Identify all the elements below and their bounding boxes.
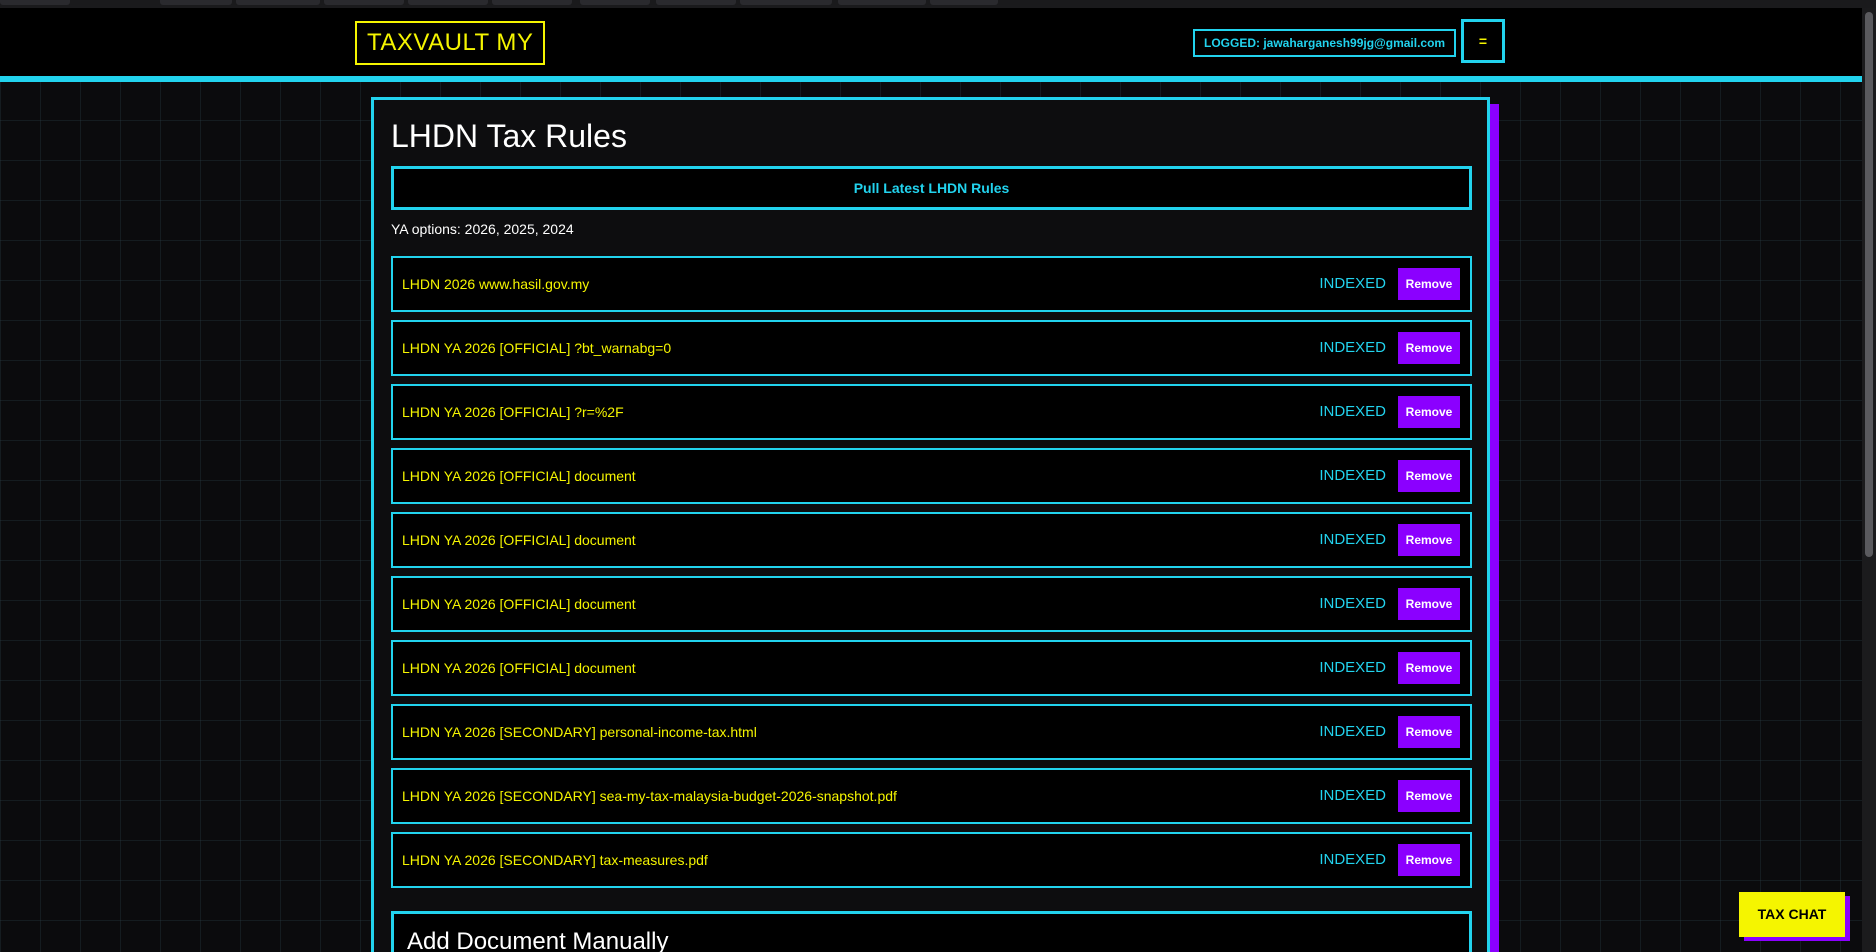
browser-tab[interactable] bbox=[324, 0, 404, 5]
rule-status-badge: INDEXED bbox=[1319, 723, 1386, 740]
add-document-title: Add Document Manually bbox=[407, 928, 669, 952]
rule-row: LHDN YA 2026 [OFFICIAL] document INDEXED R… bbox=[391, 576, 1472, 632]
rule-status-badge: INDEXED bbox=[1319, 467, 1386, 484]
rule-status-badge: INDEXED bbox=[1319, 851, 1386, 868]
rule-row: LHDN YA 2026 [OFFICIAL] document INDEXED R… bbox=[391, 512, 1472, 568]
rules-list: LHDN 2026 www.hasil.gov.my INDEXED Remove L… bbox=[391, 256, 1472, 896]
rule-status-badge: INDEXED bbox=[1319, 531, 1386, 548]
tax-rules-card: LHDN Tax Rules Pull Latest LHDN Rules YA… bbox=[371, 97, 1490, 952]
browser-tab[interactable] bbox=[740, 0, 832, 5]
browser-tab[interactable] bbox=[838, 0, 926, 5]
rule-name: LHDN YA 2026 [OFFICIAL] ?r=%2F bbox=[402, 404, 624, 420]
rule-name: LHDN YA 2026 [SECONDARY] sea-my-tax-mala… bbox=[402, 788, 897, 804]
remove-rule-button[interactable]: Remove bbox=[1398, 716, 1460, 748]
rule-row: LHDN YA 2026 [SECONDARY] tax-measures.pd… bbox=[391, 832, 1472, 888]
menu-icon: = bbox=[1478, 33, 1488, 49]
rule-name: LHDN YA 2026 [OFFICIAL] document bbox=[402, 468, 636, 484]
app-header: TAXVAULT MY LOGGED: jawaharganesh99jg@gm… bbox=[0, 8, 1862, 82]
page-title: LHDN Tax Rules bbox=[391, 118, 627, 154]
remove-rule-button[interactable]: Remove bbox=[1398, 524, 1460, 556]
scrollbar-thumb[interactable] bbox=[1865, 12, 1873, 557]
rule-status-badge: INDEXED bbox=[1319, 275, 1386, 292]
tax-chat-button[interactable]: TAX CHAT bbox=[1739, 892, 1845, 937]
rule-row: LHDN YA 2026 [OFFICIAL] document INDEXED R… bbox=[391, 448, 1472, 504]
app-logo[interactable]: TAXVAULT MY bbox=[355, 21, 546, 65]
menu-button[interactable]: = bbox=[1461, 19, 1505, 63]
remove-rule-button[interactable]: Remove bbox=[1398, 396, 1460, 428]
rule-name: LHDN YA 2026 [SECONDARY] tax-measures.pd… bbox=[402, 852, 708, 868]
browser-tab[interactable] bbox=[930, 0, 998, 5]
browser-tab[interactable] bbox=[0, 0, 70, 5]
rule-name: LHDN YA 2026 [OFFICIAL] ?bt_warnabg=0 bbox=[402, 340, 672, 356]
browser-tab[interactable] bbox=[160, 0, 232, 5]
remove-rule-button[interactable]: Remove bbox=[1398, 460, 1460, 492]
add-document-section: Add Document Manually bbox=[391, 911, 1472, 952]
remove-rule-button[interactable]: Remove bbox=[1398, 652, 1460, 684]
remove-rule-button[interactable]: Remove bbox=[1398, 332, 1460, 364]
rule-row: LHDN 2026 www.hasil.gov.my INDEXED Remove bbox=[391, 256, 1472, 312]
remove-rule-button[interactable]: Remove bbox=[1398, 268, 1460, 300]
rule-row: LHDN YA 2026 [SECONDARY] personal-income… bbox=[391, 704, 1472, 760]
browser-tab-strip bbox=[0, 0, 1876, 8]
rule-name: LHDN YA 2026 [OFFICIAL] document bbox=[402, 532, 636, 548]
rule-status-badge: INDEXED bbox=[1319, 787, 1386, 804]
browser-tab[interactable] bbox=[656, 0, 736, 5]
page-scrollbar[interactable] bbox=[1862, 8, 1876, 952]
rule-row: LHDN YA 2026 [SECONDARY] sea-my-tax-mala… bbox=[391, 768, 1472, 824]
remove-rule-button[interactable]: Remove bbox=[1398, 780, 1460, 812]
logged-in-user-badge: LOGGED: jawaharganesh99jg@gmail.com bbox=[1193, 29, 1457, 57]
browser-tab[interactable] bbox=[408, 0, 488, 5]
browser-tab[interactable] bbox=[492, 0, 572, 5]
browser-tab[interactable] bbox=[236, 0, 320, 5]
rule-name: LHDN YA 2026 [OFFICIAL] document bbox=[402, 660, 636, 676]
rule-row: LHDN YA 2026 [OFFICIAL] ?bt_warnabg=0 IND… bbox=[391, 320, 1472, 376]
remove-rule-button[interactable]: Remove bbox=[1398, 588, 1460, 620]
pull-latest-rules-button[interactable]: Pull Latest LHDN Rules bbox=[391, 166, 1472, 210]
remove-rule-button[interactable]: Remove bbox=[1398, 844, 1460, 876]
rule-row: LHDN YA 2026 [OFFICIAL] document INDEXED R… bbox=[391, 640, 1472, 696]
rule-name: LHDN YA 2026 [OFFICIAL] document bbox=[402, 596, 636, 612]
rule-status-badge: INDEXED bbox=[1319, 339, 1386, 356]
rule-name: LHDN YA 2026 [SECONDARY] personal-income… bbox=[402, 724, 757, 740]
browser-tab[interactable] bbox=[580, 0, 650, 5]
rule-name: LHDN 2026 www.hasil.gov.my bbox=[402, 276, 590, 292]
rule-status-badge: INDEXED bbox=[1319, 595, 1386, 612]
rule-row: LHDN YA 2026 [OFFICIAL] ?r=%2F INDEXED Rem… bbox=[391, 384, 1472, 440]
rule-status-badge: INDEXED bbox=[1319, 403, 1386, 420]
rule-status-badge: INDEXED bbox=[1319, 659, 1386, 676]
ya-options-text: YA options: 2026, 2025, 2024 bbox=[391, 221, 574, 237]
